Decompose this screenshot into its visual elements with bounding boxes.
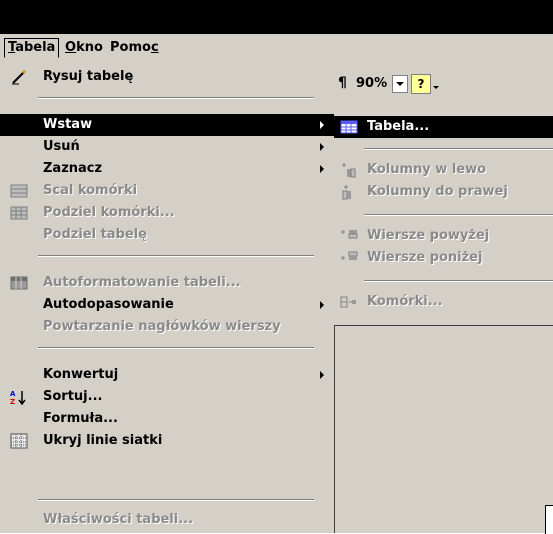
menu-item-wlasciwosci-tabeli[interactable]: Właściwości tabeli... — [0, 509, 334, 531]
submenu-separator — [364, 280, 553, 282]
menu-item-powtarzanie-naglowkow[interactable]: Powtarzanie nagłówków wierszy — [0, 316, 334, 338]
document-area — [334, 326, 553, 533]
insert-table-icon — [340, 120, 358, 134]
menu-separator — [38, 347, 314, 349]
menu-item-zaznacz[interactable]: Zaznacz — [0, 158, 334, 180]
zoom-value: 90% — [356, 76, 388, 91]
paragraph-mark-icon[interactable]: ¶ — [338, 75, 347, 91]
insert-row-below-icon — [341, 251, 358, 260]
menu-item-ukryj-linie-siatki[interactable]: Ukryj linie siatki — [0, 430, 334, 452]
menu-item-autodopasowanie[interactable]: Autodopasowanie — [0, 294, 334, 316]
submenu-item-wiersze-powyzej[interactable]: Wiersze powyżej — [334, 225, 553, 247]
menu-item-podziel-komorki[interactable]: Podziel komórki... — [0, 202, 334, 224]
table-autoformat-icon — [10, 276, 28, 290]
menu-item-usun[interactable]: Usuń — [0, 136, 334, 158]
menu-item-scal-komorki[interactable]: Scal komórki — [0, 180, 334, 202]
insert-column-right-icon — [342, 185, 351, 200]
merge-cells-icon — [10, 184, 28, 198]
menu-item-konwertuj[interactable]: Konwertuj — [0, 364, 334, 386]
insert-row-above-icon — [341, 230, 358, 239]
submenu-separator — [364, 148, 553, 150]
submenu-arrow-icon — [320, 143, 324, 151]
gridlines-icon — [10, 433, 28, 449]
formatting-toolbar: ¶ 90% ? — [334, 62, 553, 112]
menu-item-formula[interactable]: Formuła... — [0, 408, 334, 430]
title-bar — [0, 0, 553, 34]
menu-tabela[interactable]: Tabela — [4, 38, 60, 58]
menu-separator — [38, 97, 314, 99]
submenu-separator — [364, 214, 553, 216]
menu-separator — [38, 499, 314, 501]
submenu-arrow-icon — [320, 165, 324, 173]
submenu-arrow-icon — [320, 301, 324, 309]
menu-item-rysuj-tabele[interactable]: Rysuj tabelę — [0, 66, 334, 88]
insert-cells-icon — [340, 296, 356, 308]
menu-item-autoformatowanie[interactable]: Autoformatowanie tabeli... — [0, 272, 334, 294]
menu-item-sortuj[interactable]: A Z Sortuj... — [0, 386, 334, 408]
zoom-dropdown-button[interactable] — [392, 75, 408, 93]
help-icon[interactable]: ? — [411, 74, 431, 94]
submenu-item-komorki[interactable]: Komórki... — [334, 291, 553, 313]
submenu-item-tabela[interactable]: Tabela... — [334, 116, 553, 138]
submenu-item-wiersze-ponizej[interactable]: Wiersze poniżej — [334, 247, 553, 269]
menu-okno[interactable]: Okno — [62, 39, 106, 57]
svg-text:Z: Z — [10, 398, 15, 405]
menu-item-podziel-tabele[interactable]: Podziel tabelę — [0, 224, 334, 246]
insert-column-left-icon — [342, 163, 356, 178]
svg-text:A: A — [10, 390, 16, 398]
menu-pomoc[interactable]: Pomoc — [107, 39, 162, 57]
submenu-item-kolumny-do-prawej[interactable]: Kolumny do prawej — [334, 181, 553, 203]
menu-separator — [38, 255, 314, 257]
tabela-menu: Rysuj tabelę Wstaw Usuń Zaznacz Scal kom… — [0, 62, 334, 533]
menu-bar: Tabela Okno Pomoc — [0, 34, 553, 62]
split-cells-icon — [10, 206, 28, 220]
wstaw-submenu: Tabela... Kolumny w lewo Kolumny do praw… — [334, 112, 553, 326]
document-page-corner — [545, 505, 553, 534]
toolbar-options-icon[interactable] — [433, 86, 439, 89]
sort-ascending-icon: A Z — [10, 390, 26, 405]
submenu-arrow-icon — [320, 371, 324, 379]
submenu-item-kolumny-w-lewo[interactable]: Kolumny w lewo — [334, 159, 553, 181]
menu-item-wstaw[interactable]: Wstaw — [0, 114, 334, 136]
submenu-arrow-icon — [320, 121, 324, 129]
pencil-icon — [12, 69, 27, 85]
